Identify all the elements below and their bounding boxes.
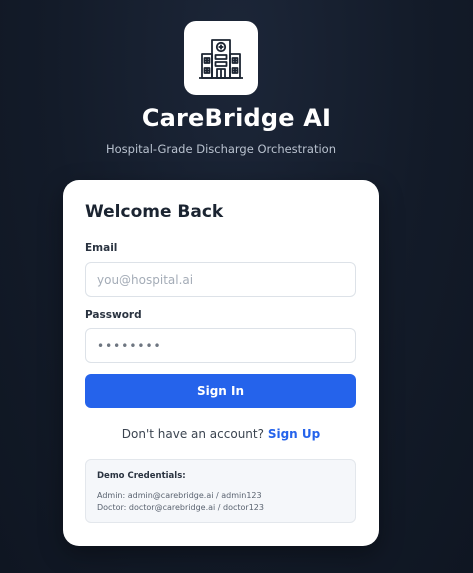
password-field[interactable] [85, 328, 356, 363]
demo-credentials-title: Demo Credentials: [97, 471, 186, 481]
login-card: Welcome Back Email Password Sign In Don'… [63, 180, 379, 546]
app-subtitle: Hospital-Grade Discharge Orchestration [106, 142, 336, 156]
sign-in-button[interactable]: Sign In [85, 374, 356, 408]
signup-prompt-row: Don't have an account? Sign Up [63, 427, 379, 441]
signup-prompt-text: Don't have an account? [121, 427, 264, 441]
app-logo [184, 21, 258, 95]
login-heading: Welcome Back [85, 202, 224, 222]
password-label: Password [85, 309, 142, 321]
hospital-building-icon [199, 39, 243, 79]
demo-credential-admin: Admin: admin@carebridge.ai / admin123 [97, 491, 262, 500]
email-label: Email [85, 242, 118, 254]
app-title: CareBridge AI [141, 104, 332, 132]
sign-up-link[interactable]: Sign Up [268, 427, 320, 441]
demo-credential-doctor: Doctor: doctor@carebridge.ai / doctor123 [97, 503, 264, 512]
email-field[interactable] [85, 262, 356, 297]
demo-credentials-box: Demo Credentials: Admin: admin@carebridg… [85, 459, 356, 523]
